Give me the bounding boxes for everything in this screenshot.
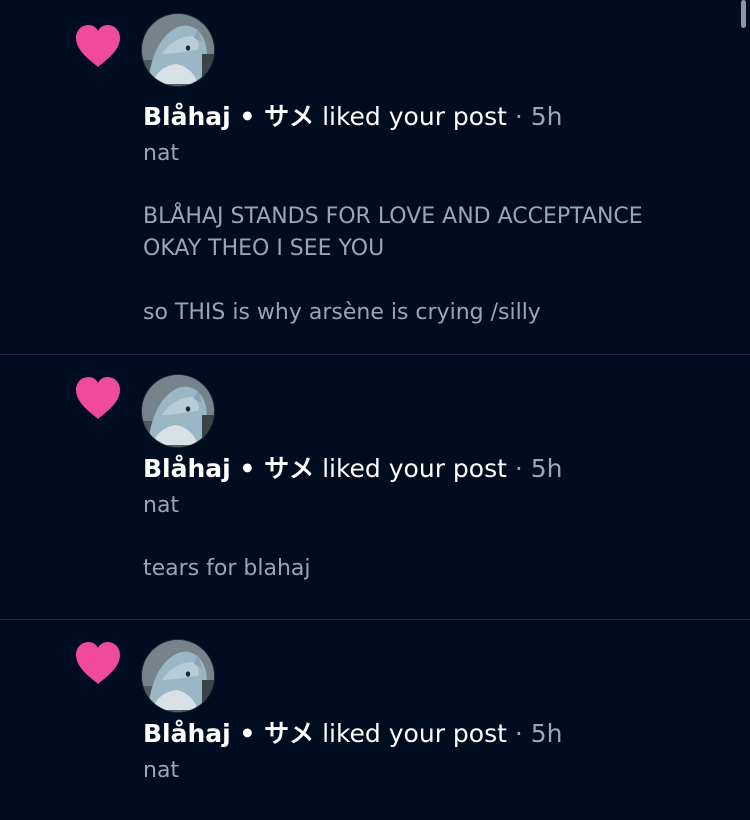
shark-plush-avatar-icon (142, 375, 214, 447)
action-text: liked your post (322, 102, 507, 131)
separator-dot: · (514, 102, 523, 131)
separator-dot: · (514, 719, 523, 748)
timestamp: 5h (530, 454, 563, 483)
shark-plush-avatar-icon (142, 14, 214, 86)
avatar[interactable] (142, 375, 214, 447)
post-excerpt[interactable]: BLÅHAJ STANDS FOR LOVE AND ACCEPTANCE OK… (143, 201, 714, 329)
action-text: liked your post (322, 454, 507, 483)
avatar[interactable] (142, 14, 214, 86)
notification-text: Blåhaj • サメ liked your post · 5h nat tea… (143, 451, 714, 585)
scrollbar[interactable] (741, 0, 746, 28)
actor-name[interactable]: Blåhaj • サメ (143, 102, 314, 131)
post-author: nat (143, 493, 180, 518)
post-excerpt[interactable]: tears for blahaj (143, 553, 714, 585)
notification-item[interactable]: Blåhaj • サメ liked your post · 5h nat BLÅ… (0, 0, 750, 355)
post-author: nat (143, 758, 180, 783)
avatar[interactable] (142, 640, 214, 712)
notification-feed: Blåhaj • サメ liked your post · 5h nat BLÅ… (0, 0, 750, 820)
notification-headline: Blåhaj • サメ liked your post · 5h (143, 451, 714, 487)
heart-icon (76, 25, 120, 67)
notification-text: Blåhaj • サメ liked your post · 5h nat (143, 716, 714, 786)
notification-text: Blåhaj • サメ liked your post · 5h nat BLÅ… (143, 99, 714, 329)
post-author: nat (143, 141, 180, 166)
separator-dot: · (514, 454, 523, 483)
timestamp: 5h (530, 719, 563, 748)
notification-headline: Blåhaj • サメ liked your post · 5h (143, 99, 714, 135)
action-text: liked your post (322, 719, 507, 748)
actor-name[interactable]: Blåhaj • サメ (143, 454, 314, 483)
actor-name[interactable]: Blåhaj • サメ (143, 719, 314, 748)
notification-item[interactable]: Blåhaj • サメ liked your post · 5h nat tea… (0, 355, 750, 620)
timestamp: 5h (530, 102, 563, 131)
heart-icon (76, 642, 120, 684)
heart-icon (76, 377, 120, 419)
shark-plush-avatar-icon (142, 640, 214, 712)
notification-headline: Blåhaj • サメ liked your post · 5h (143, 716, 714, 752)
notification-item[interactable]: Blåhaj • サメ liked your post · 5h nat (0, 620, 750, 820)
